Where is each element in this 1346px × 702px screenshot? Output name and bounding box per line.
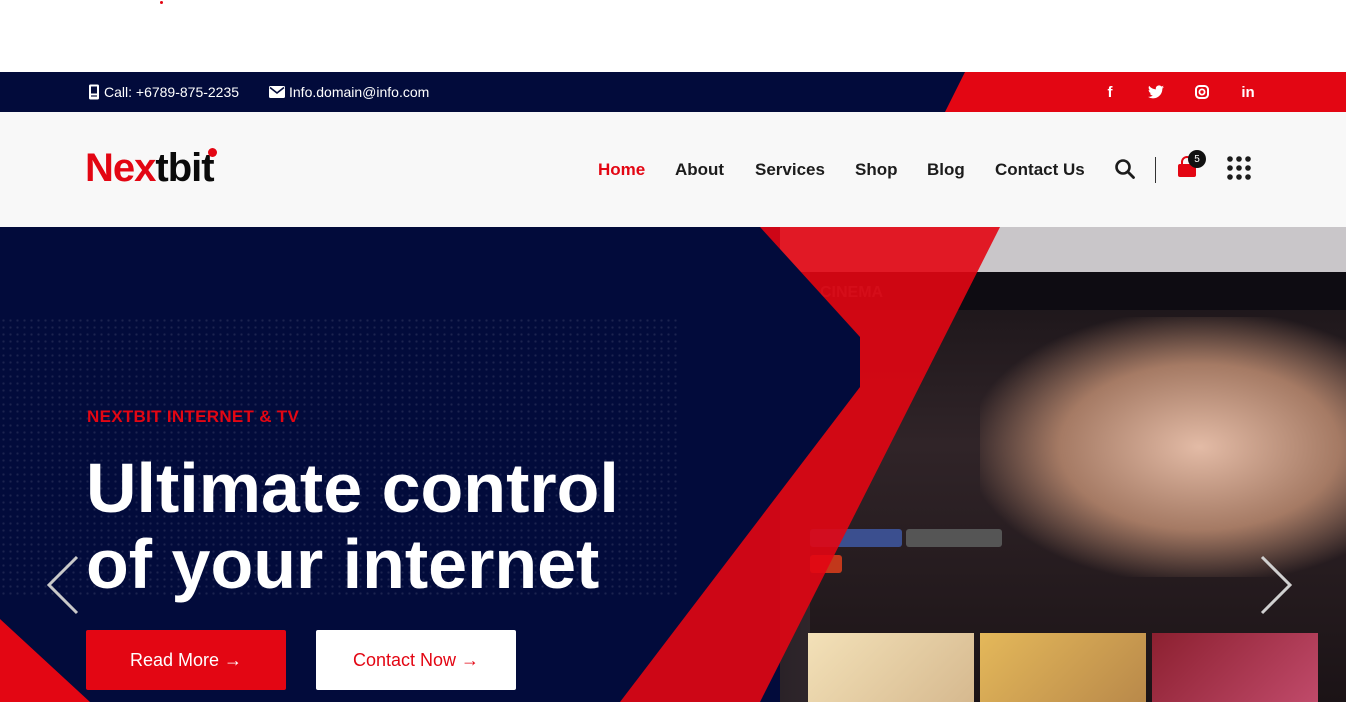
search-icon[interactable]: [1114, 158, 1136, 180]
tv-scene: [980, 317, 1346, 577]
email-contact[interactable]: Info.domain@info.com: [269, 82, 429, 102]
nav-shop[interactable]: Shop: [855, 159, 898, 181]
headline-line-1: Ultimate control: [86, 449, 619, 527]
tv-thumb-3: [1152, 633, 1318, 702]
logo-part-dark: tbit: [155, 146, 214, 190]
logo[interactable]: Nextbit: [85, 144, 215, 192]
read-more-button[interactable]: Read More →: [86, 630, 286, 690]
phone-icon: [89, 84, 99, 100]
tv-thumb-1: [808, 633, 974, 702]
facebook-icon[interactable]: f: [1100, 82, 1120, 102]
hero-slider: CINEMA NEXTBIT INTERNET & TV Ultimate co…: [0, 227, 1346, 702]
hero-headline: Ultimate control of your internet: [86, 450, 786, 602]
logo-dot: [208, 148, 217, 157]
decor-dot: [160, 1, 163, 4]
instagram-icon[interactable]: [1192, 82, 1212, 102]
cart-count-badge: 5: [1188, 150, 1206, 168]
nav-blog[interactable]: Blog: [927, 159, 965, 181]
tv-thumb-2: [980, 633, 1146, 702]
logo-part-red: Nex: [85, 146, 156, 190]
hero-eyebrow: NEXTBIT INTERNET & TV: [87, 407, 300, 426]
nav-home[interactable]: Home: [598, 159, 645, 181]
nav-about[interactable]: About: [675, 159, 724, 181]
nav-contact-us[interactable]: Contact Us: [995, 159, 1085, 181]
site-header: Nextbit Home About Services Shop Blog Co…: [0, 112, 1346, 227]
nav-services[interactable]: Services: [755, 159, 825, 181]
tv-info-pill: [906, 529, 1002, 547]
page-top-blank: [0, 0, 1346, 72]
header-divider: [1155, 157, 1156, 183]
twitter-icon[interactable]: [1146, 82, 1166, 102]
headline-line-2: of your internet: [86, 525, 600, 603]
contact-now-button[interactable]: Contact Now →: [316, 630, 516, 690]
chevron-right-icon[interactable]: [1258, 555, 1294, 615]
chevron-left-icon[interactable]: [45, 555, 81, 615]
linkedin-icon[interactable]: in: [1238, 82, 1258, 102]
menu-grid-icon[interactable]: [1226, 155, 1252, 181]
envelope-icon: [269, 86, 285, 98]
top-bar: Call: +6789-875-2235 Info.domain@info.co…: [0, 72, 1346, 112]
phone-contact[interactable]: Call: +6789-875-2235: [88, 82, 239, 102]
phone-text: Call: +6789-875-2235: [104, 84, 240, 100]
email-text: Info.domain@info.com: [289, 84, 430, 100]
